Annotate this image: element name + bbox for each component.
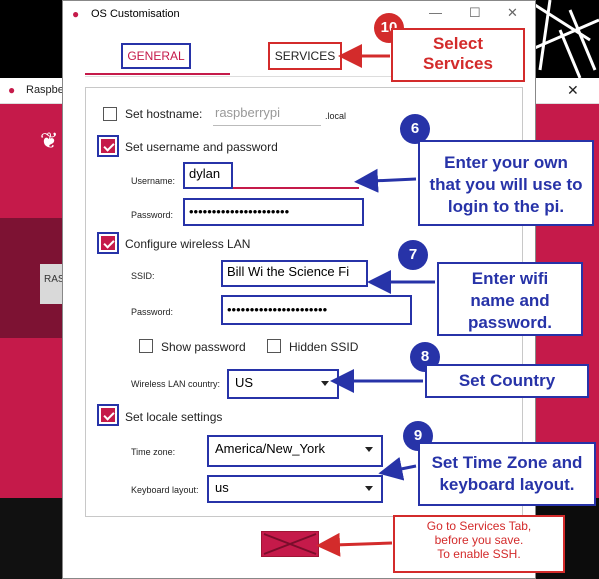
arrow-to-username bbox=[354, 168, 417, 193]
annotation-arrows bbox=[316, 44, 435, 557]
arrow-to-save bbox=[316, 532, 393, 557]
arrow-to-timezone bbox=[378, 457, 417, 481]
